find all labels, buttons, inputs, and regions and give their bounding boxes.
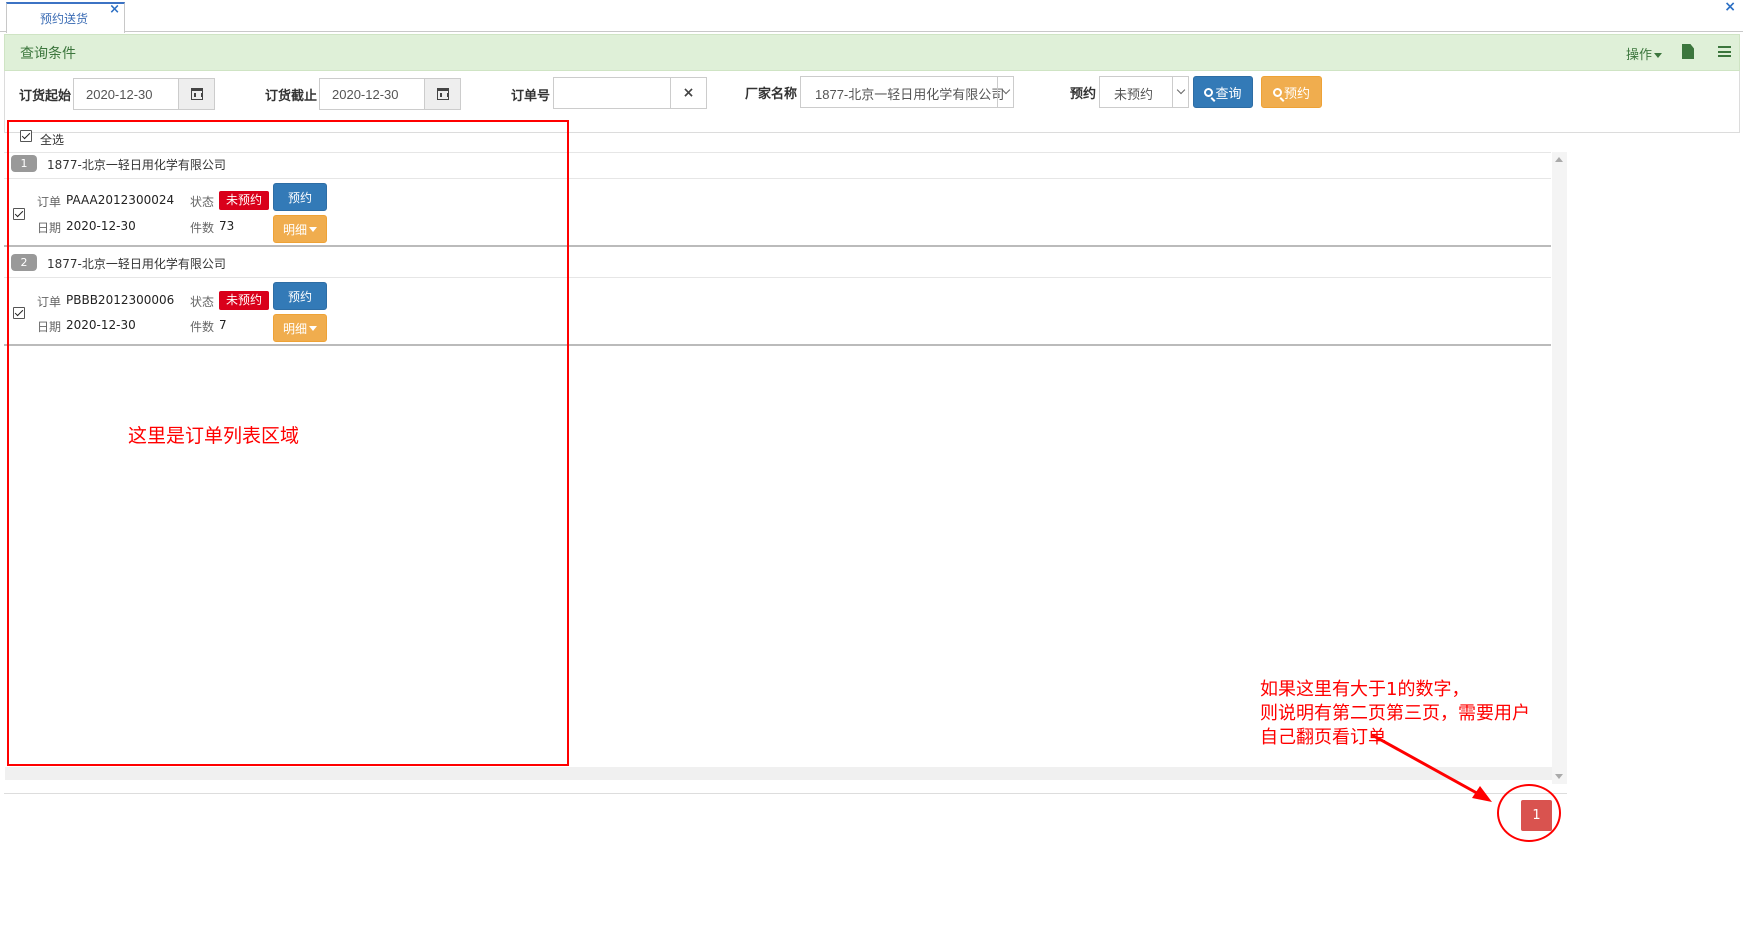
annotation-arrow xyxy=(1371,733,1492,802)
arrow-shaft xyxy=(1371,733,1485,799)
arrow-head xyxy=(1472,786,1492,802)
